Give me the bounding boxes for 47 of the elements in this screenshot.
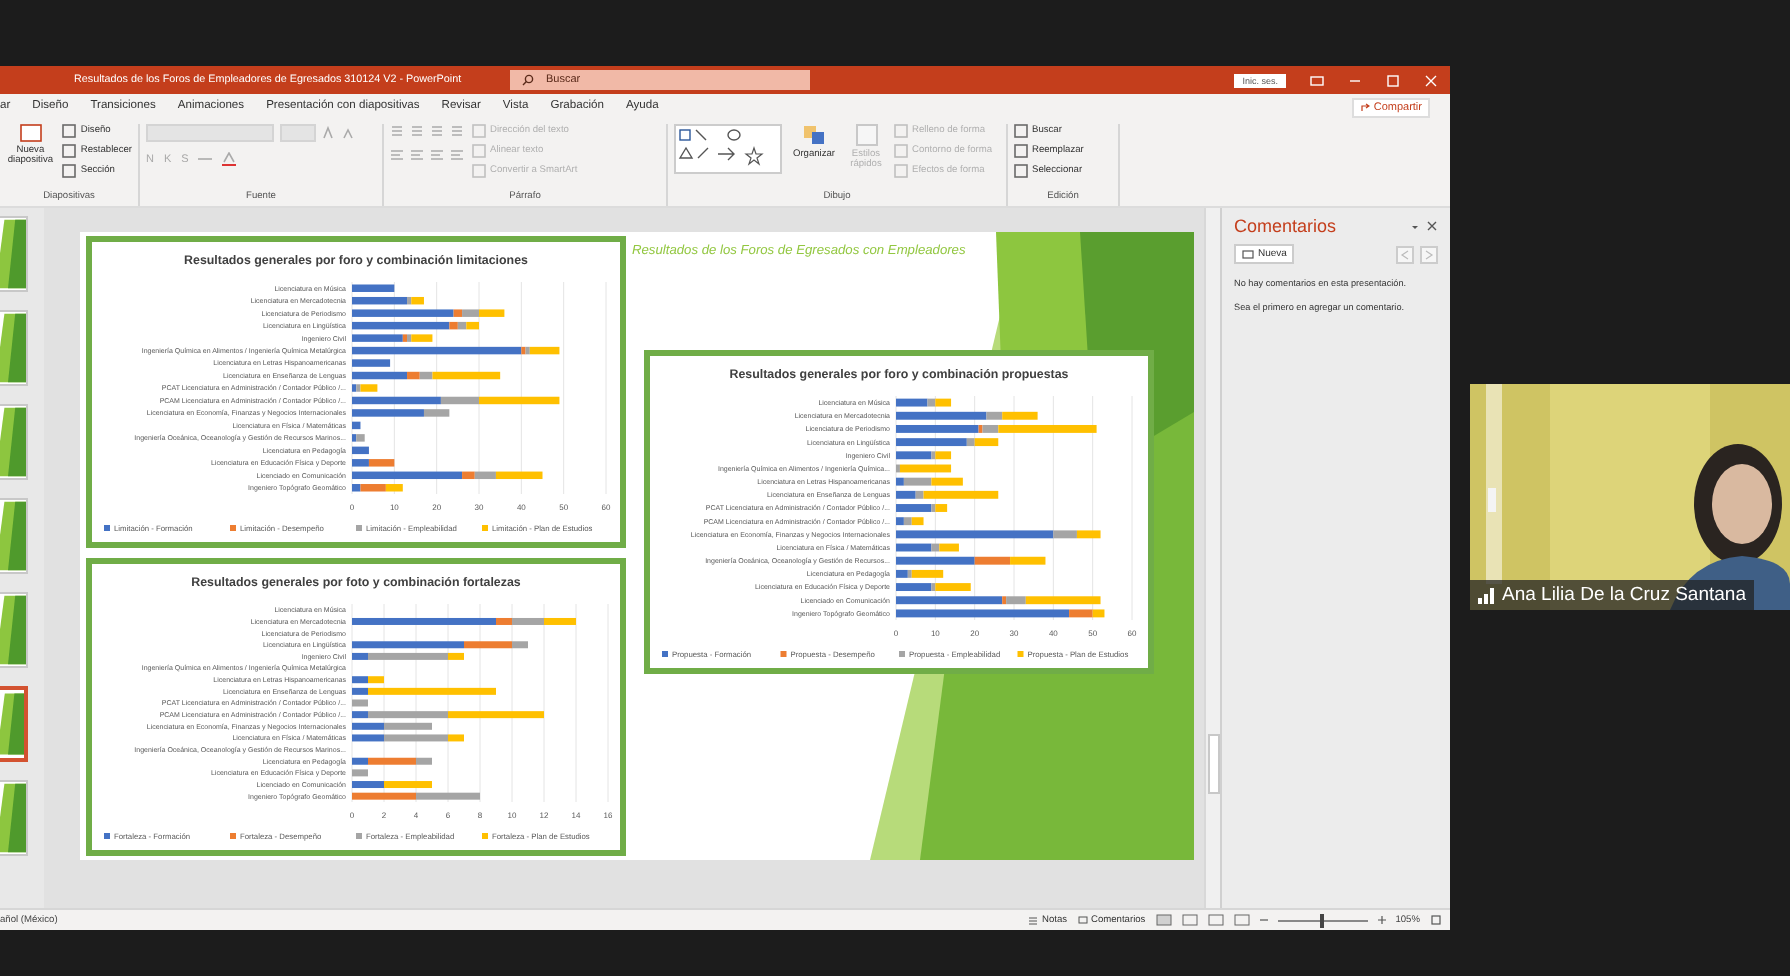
comment-icon — [1077, 915, 1088, 925]
list-icon[interactable] — [430, 124, 444, 138]
list-icon[interactable] — [450, 124, 464, 138]
bar — [352, 769, 368, 777]
align-icon[interactable] — [410, 148, 424, 162]
slide-thumbnail[interactable] — [0, 780, 28, 856]
slide-thumbnail[interactable] — [0, 216, 28, 292]
bar — [352, 284, 395, 292]
shapes-gallery[interactable] — [674, 124, 782, 174]
ribbon-display-icon[interactable] — [1310, 73, 1324, 87]
comment-icon — [1242, 249, 1254, 259]
panel-title: Comentarios — [1234, 216, 1337, 236]
slide-icon — [19, 124, 42, 142]
slide-thumbnail[interactable] — [0, 592, 28, 668]
slide-thumbnail[interactable] — [0, 686, 28, 762]
caret-icon[interactable] — [1410, 221, 1420, 231]
styles-icon — [855, 124, 877, 146]
align-icon[interactable] — [450, 148, 464, 162]
align-icon[interactable] — [430, 148, 444, 162]
slide-thumbnail[interactable] — [0, 498, 28, 574]
bar — [352, 421, 361, 430]
arrange-icon — [802, 124, 826, 146]
font-size-field[interactable] — [280, 124, 316, 142]
text-color-icon[interactable] — [222, 152, 237, 166]
close-icon[interactable] — [1426, 220, 1438, 232]
strikethrough-icon[interactable] — [198, 152, 213, 166]
slide-thumbnail[interactable] — [0, 310, 28, 386]
next-comment-icon[interactable] — [1420, 245, 1438, 263]
participant-name: Ana Lilia De la Cruz Santana — [1502, 584, 1746, 606]
slide-thumbnail[interactable] — [0, 404, 28, 480]
list-icon[interactable] — [390, 124, 404, 138]
zoom-in-icon[interactable] — [1377, 916, 1386, 924]
search-icon — [522, 74, 534, 86]
signal-icon — [1478, 587, 1496, 603]
bar — [352, 359, 391, 367]
notes-icon — [1027, 915, 1038, 925]
maximize-icon[interactable] — [1386, 73, 1400, 87]
previous-comment-icon[interactable] — [1396, 245, 1414, 263]
list-icon[interactable] — [410, 124, 424, 138]
font-name-field[interactable] — [146, 124, 274, 142]
fit-slide-icon[interactable] — [1430, 914, 1442, 926]
share-icon — [1359, 102, 1370, 112]
bar — [352, 446, 369, 455]
scrollbar[interactable] — [1204, 208, 1220, 908]
bar — [352, 699, 368, 707]
zoom-out-icon[interactable] — [1259, 916, 1268, 924]
align-icon[interactable] — [390, 148, 404, 162]
